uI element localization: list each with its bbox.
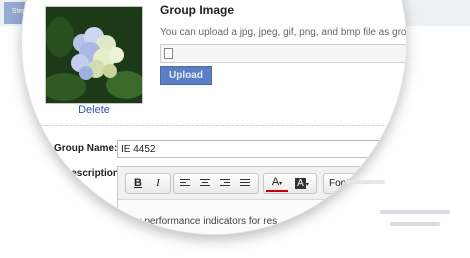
- chevron-down-icon: ▾: [305, 182, 309, 188]
- font-color-button[interactable]: A▾: [266, 175, 288, 192]
- align-group: [173, 173, 259, 194]
- group-image-thumbnail: [45, 6, 143, 104]
- color-group: A▾ A ▾: [263, 173, 317, 194]
- description-editor[interactable]: B I A▾ A ▾ Font key performance indicato…: [117, 166, 406, 234]
- upload-button[interactable]: Upload: [160, 66, 212, 85]
- align-right-icon: [220, 179, 230, 188]
- file-icon: [164, 48, 173, 59]
- upload-hint-text: You can upload a jpg, jpeg, gif, png, an…: [160, 27, 406, 38]
- group-name-input[interactable]: IE 4452: [117, 140, 406, 158]
- align-left-icon: [180, 179, 190, 188]
- highlight-label: A: [295, 178, 306, 189]
- magnifier-lens: Delete Group Image You can upload a jpg,…: [22, 0, 406, 234]
- align-right-button[interactable]: [216, 175, 234, 192]
- align-center-icon: [200, 179, 210, 188]
- bold-button[interactable]: B: [129, 175, 147, 192]
- delete-image-link[interactable]: Delete: [45, 104, 143, 116]
- justify-icon: [240, 179, 250, 188]
- section-divider: [30, 125, 406, 126]
- group-name-label: Group Name:: [54, 143, 118, 154]
- chevron-down-icon: ▾: [279, 181, 283, 187]
- background-text-line: [345, 180, 385, 184]
- justify-button[interactable]: [236, 175, 254, 192]
- italic-button[interactable]: I: [149, 175, 167, 192]
- description-label: Description:: [64, 168, 123, 179]
- align-left-button[interactable]: [176, 175, 194, 192]
- align-center-button[interactable]: [196, 175, 214, 192]
- highlight-button[interactable]: A ▾: [291, 175, 313, 192]
- group-image-title: Group Image: [160, 3, 235, 17]
- editor-content: key performance indicators for res: [126, 216, 278, 227]
- format-group: B I: [125, 173, 171, 194]
- hydrangea-image: [46, 7, 142, 103]
- file-input[interactable]: [160, 44, 406, 63]
